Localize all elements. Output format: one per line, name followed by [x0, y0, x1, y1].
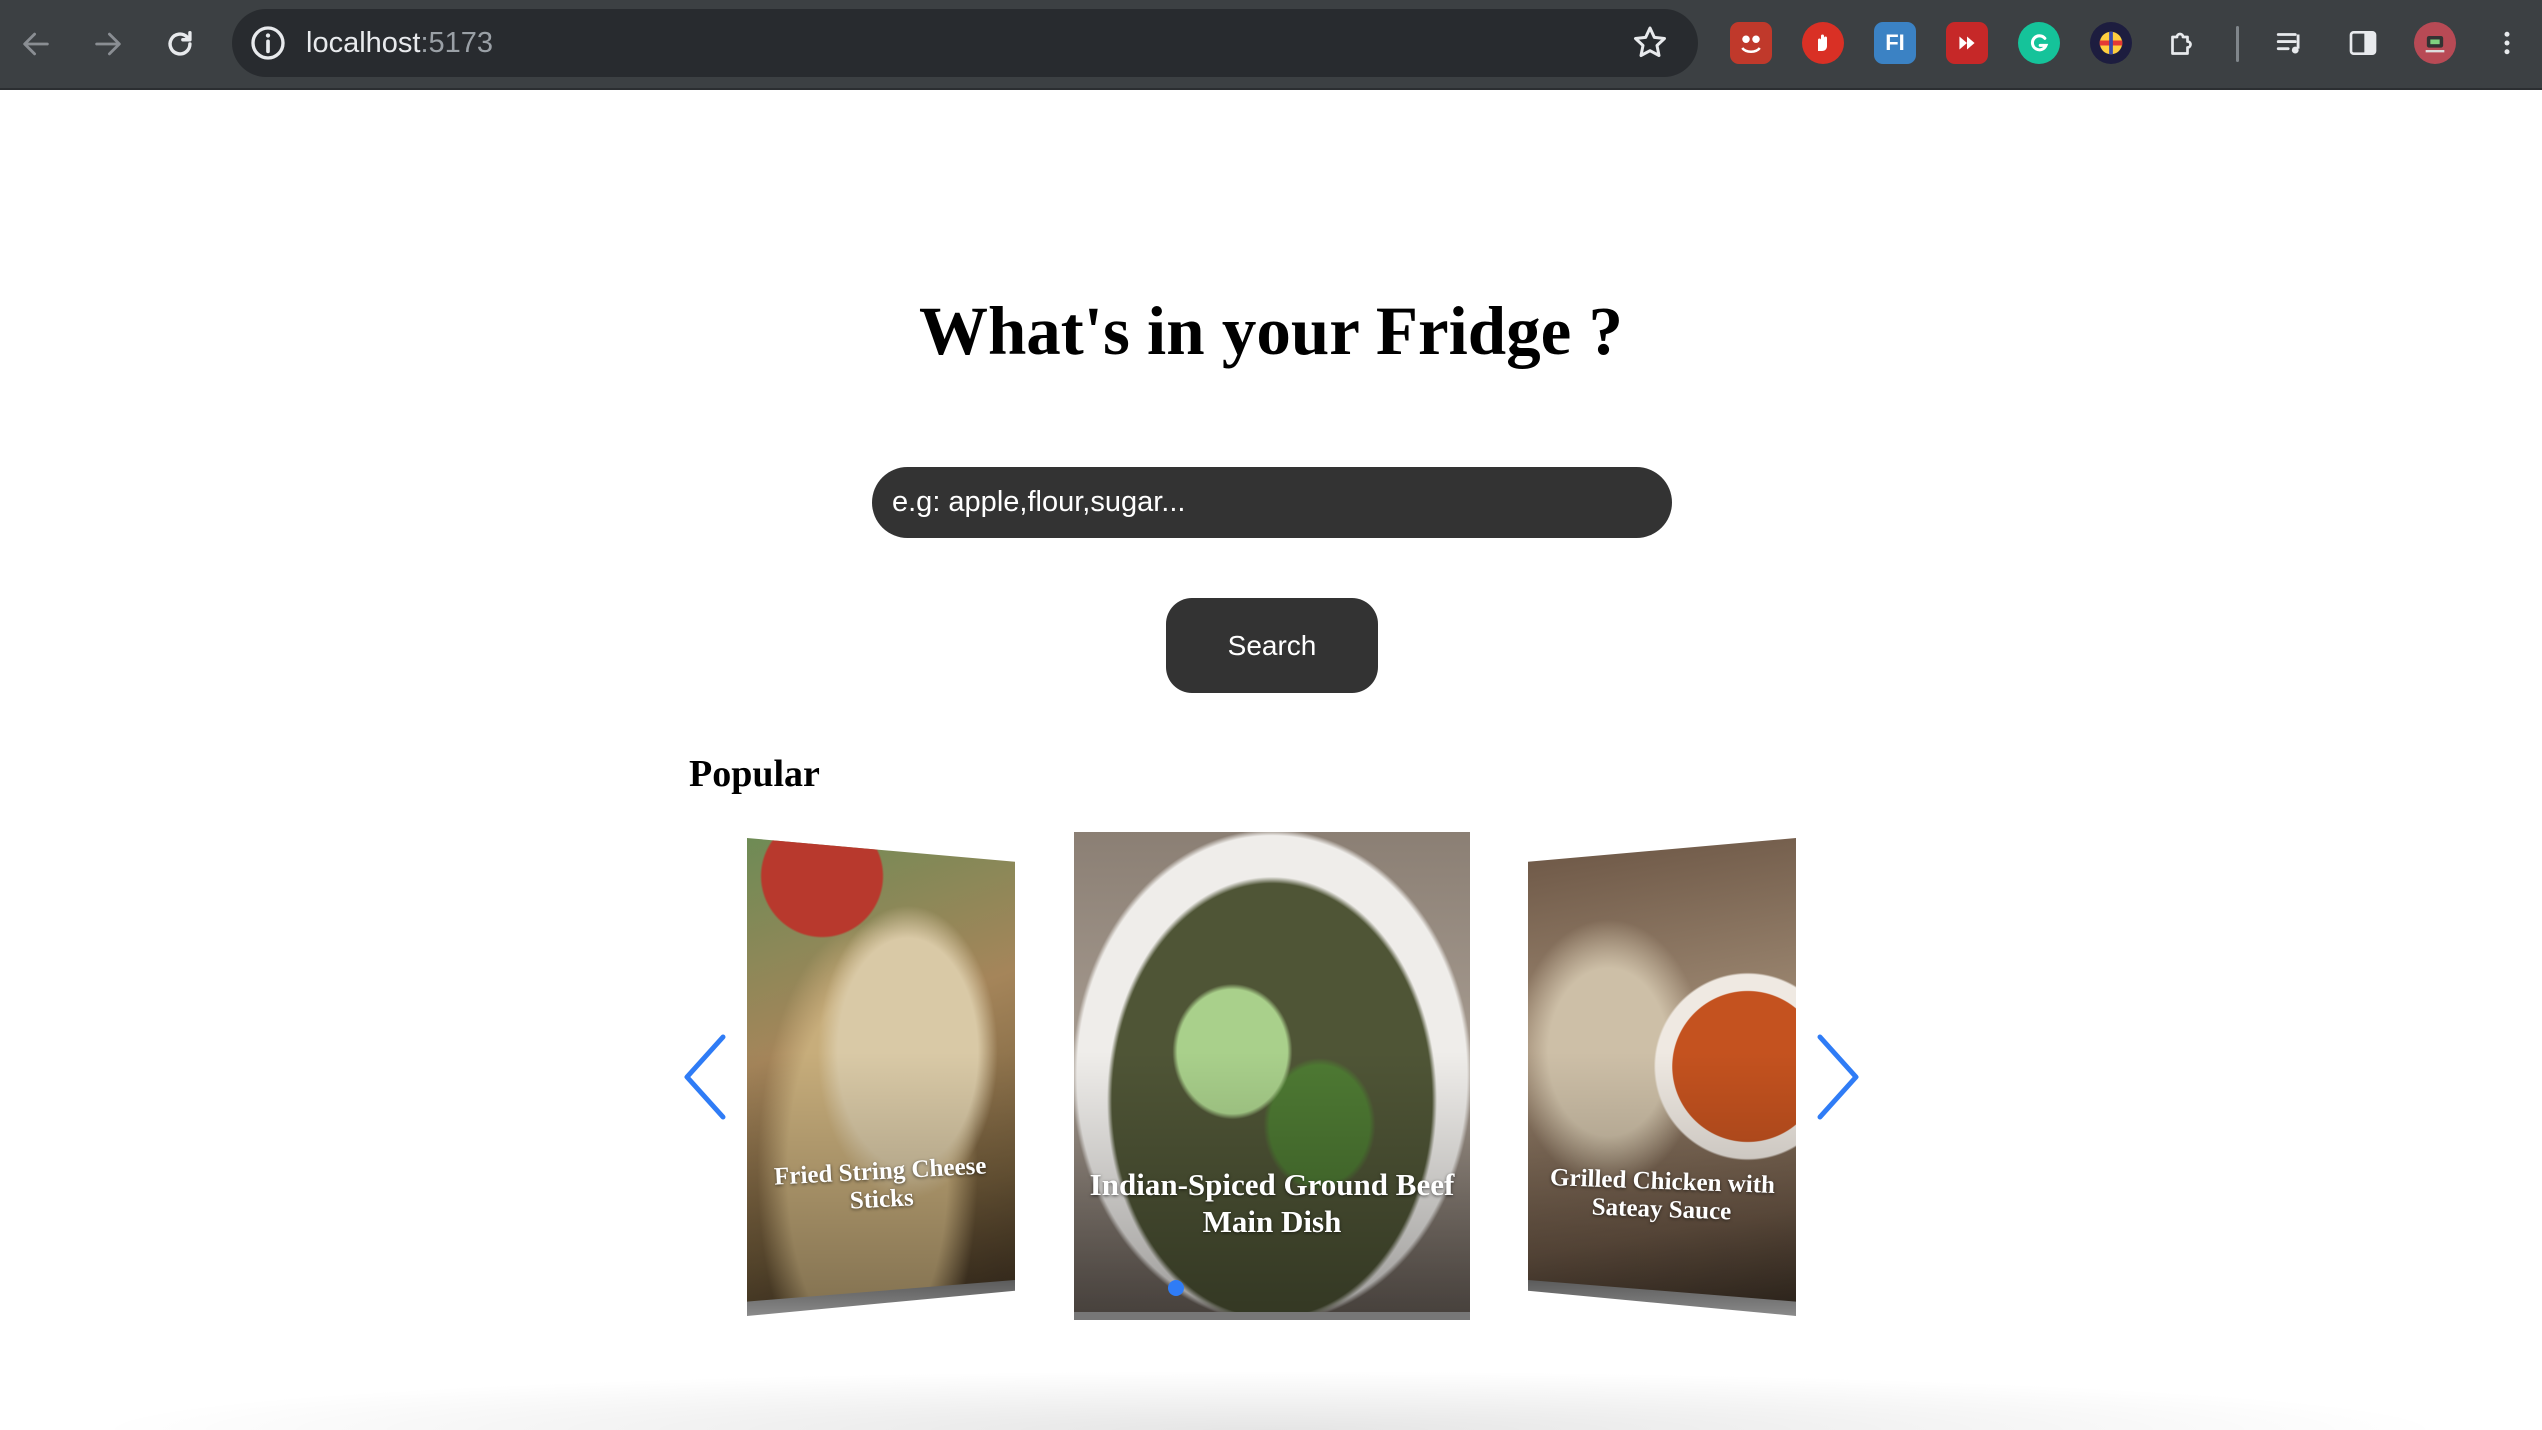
card-title: Grilled Chicken with Sateay Sauce	[1549, 1164, 1776, 1226]
fi-icon[interactable]: FI	[1874, 22, 1916, 64]
video-speed-icon[interactable]	[1946, 22, 1988, 64]
card-shade	[1074, 832, 1470, 1320]
reload-button[interactable]	[156, 20, 204, 68]
back-button[interactable]	[12, 20, 60, 68]
page-bottom-shadow	[80, 1370, 2460, 1430]
reload-icon	[168, 30, 192, 56]
url-host: localhost	[306, 27, 421, 59]
profile-avatar[interactable]	[2414, 22, 2456, 64]
info-icon[interactable]	[248, 23, 288, 63]
address-url[interactable]: localhost:5173	[306, 9, 493, 77]
bookmark-star-icon[interactable]	[1630, 23, 1670, 63]
card-shade	[747, 838, 1015, 1314]
address-bar[interactable]: localhost:5173	[232, 9, 1698, 77]
fi-label: FI	[1885, 30, 1905, 55]
arrow-left-icon	[23, 32, 49, 56]
popular-heading: Popular	[689, 753, 820, 795]
kebab-menu-icon[interactable]	[2486, 22, 2528, 64]
card-reflection	[1074, 1312, 1470, 1320]
carousel-card-active[interactable]: Indian-Spiced Ground Beef Main Dish	[1074, 832, 1470, 1320]
chevron-right-icon[interactable]	[1808, 1027, 1868, 1127]
chevron-left-icon[interactable]	[675, 1027, 735, 1127]
card-shade	[1528, 838, 1796, 1314]
adblock-icon[interactable]	[1802, 22, 1844, 64]
forward-button[interactable]	[84, 20, 132, 68]
toby-icon[interactable]	[1730, 22, 1772, 64]
ingredients-search-input[interactable]	[872, 467, 1672, 538]
url-port: :5173	[420, 27, 494, 59]
grammarly-icon[interactable]	[2018, 22, 2060, 64]
carousel-pagination-dot[interactable]	[1168, 1280, 1184, 1296]
browser-toolbar: localhost:5173 FI	[0, 0, 2542, 90]
toolbar-separator	[2236, 26, 2239, 62]
card-title: Indian-Spiced Ground Beef Main Dish	[1089, 1167, 1455, 1239]
search-button[interactable]: Search	[1166, 598, 1378, 693]
carousel-card[interactable]: Fried String Cheese Sticks	[747, 838, 1015, 1314]
puzzle-extensions-icon[interactable]	[2162, 22, 2204, 64]
media-queue-icon[interactable]	[2270, 22, 2312, 64]
colorful-circle-icon[interactable]	[2090, 22, 2132, 64]
side-panel-icon[interactable]	[2342, 22, 2384, 64]
page-title: What's in your Fridge ?	[918, 293, 1624, 369]
arrow-right-icon	[95, 32, 121, 56]
carousel-card[interactable]: Grilled Chicken with Sateay Sauce	[1528, 838, 1796, 1314]
